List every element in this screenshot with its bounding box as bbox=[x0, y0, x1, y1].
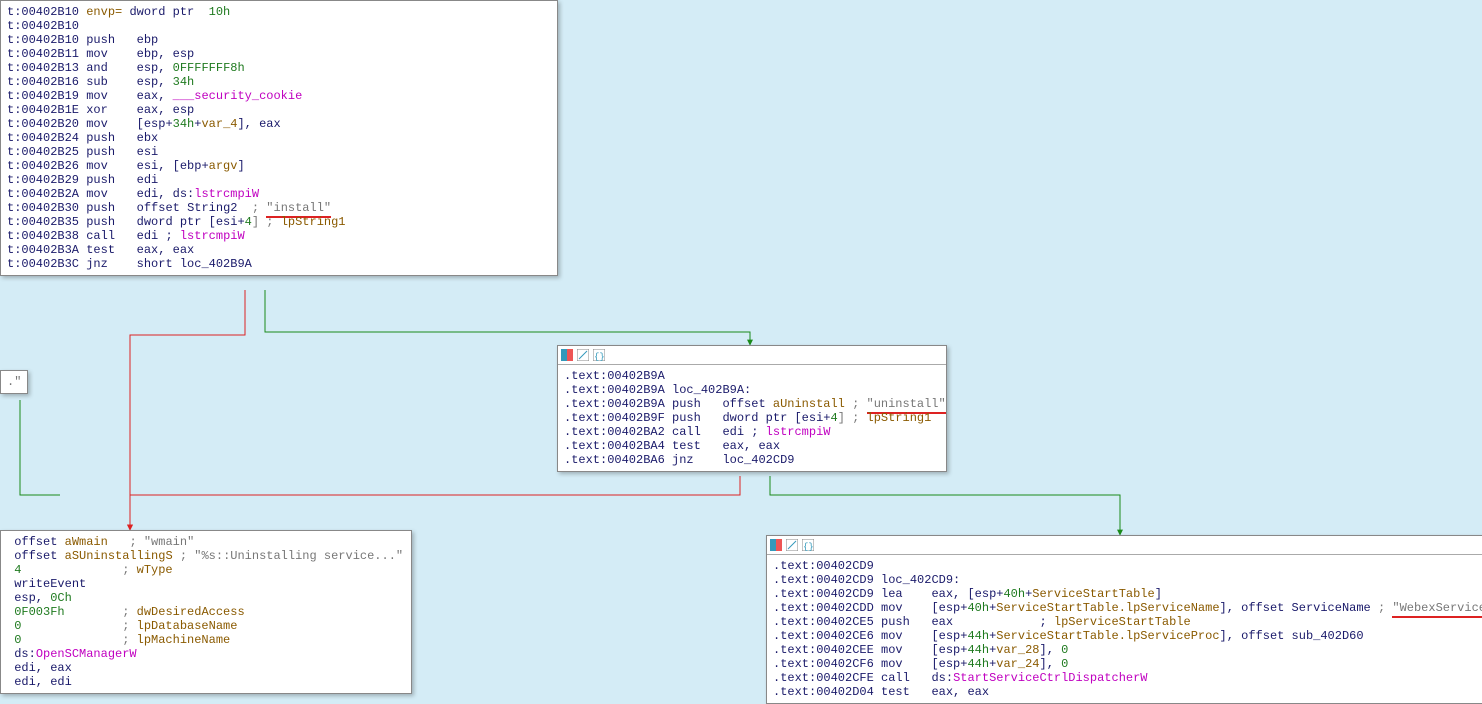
svg-text:{}: {} bbox=[803, 542, 814, 551]
fragment-text: ." bbox=[7, 375, 21, 389]
disasm-listing: t:00402B10 envp= dword ptr 10ht:00402B10… bbox=[1, 1, 557, 275]
basic-block-00402CD9[interactable]: {} .text:00402CD9.text:00402CD9 loc_402C… bbox=[766, 535, 1482, 704]
edit-icon[interactable] bbox=[785, 538, 799, 552]
basic-block-00402B10[interactable]: t:00402B10 envp= dword ptr 10ht:00402B10… bbox=[0, 0, 558, 276]
svg-text:{}: {} bbox=[594, 352, 605, 361]
disasm-listing: offset aWmain ; "wmain" offset aSUninsta… bbox=[1, 531, 411, 693]
edit-icon[interactable] bbox=[576, 348, 590, 362]
basic-block-00402B9A[interactable]: {} .text:00402B9A.text:00402B9A loc_402B… bbox=[557, 345, 947, 472]
node-titlebar: {} bbox=[558, 346, 946, 365]
color-icon[interactable] bbox=[769, 538, 783, 552]
disasm-listing: .text:00402CD9.text:00402CD9 loc_402CD9:… bbox=[767, 555, 1482, 703]
basic-block-uninstall-branch[interactable]: offset aWmain ; "wmain" offset aSUninsta… bbox=[0, 530, 412, 694]
code-icon[interactable]: {} bbox=[592, 348, 606, 362]
color-icon[interactable] bbox=[560, 348, 574, 362]
fragment-block: ." bbox=[0, 370, 28, 394]
node-titlebar: {} bbox=[767, 536, 1482, 555]
code-icon[interactable]: {} bbox=[801, 538, 815, 552]
disasm-listing: .text:00402B9A.text:00402B9A loc_402B9A:… bbox=[558, 365, 946, 471]
